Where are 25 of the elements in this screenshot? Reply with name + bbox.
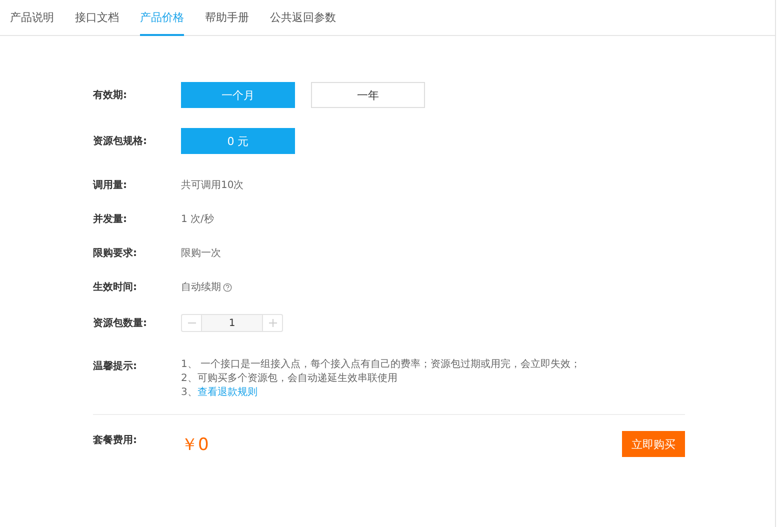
field-value: 1 次/秒 [181,212,214,226]
tip-text: 3、 [181,387,198,398]
quantity-field[interactable]: 1 [201,315,263,331]
option-button[interactable]: 一年 [311,82,425,108]
tab[interactable]: 产品说明 [10,0,54,36]
tab[interactable]: 公共返回参数 [270,0,336,36]
quantity-stepper[interactable]: 1 [181,314,283,332]
field-label: 温馨提示: [93,360,138,373]
field-label: 并发量: [93,212,128,226]
field-label: 生效时间: [93,280,138,294]
field-value: 限购一次 [181,247,221,260]
field-label: 资源包规格: [93,134,148,148]
field-label: 有效期: [93,88,128,102]
field-value: 共可调用10次 [181,178,244,192]
help-icon[interactable] [223,282,232,292]
field-label: 套餐费用: [93,434,138,446]
field-label: 资源包数量: [93,316,148,330]
tab[interactable]: 接口文档 [75,0,119,36]
field-label: 调用量: [93,178,128,192]
price-text: ￥0 [181,434,209,456]
field-value: 自动续期 [181,280,221,294]
tab[interactable]: 帮助手册 [205,0,249,36]
tip-text: 2、可购买多个资源包，会自动递延生效串联使用 [181,372,398,386]
tip-text: 1、 一个接口是一组接入点，每个接入点有自己的费率；资源包过期或用完，会立即失效； [181,358,581,372]
field-label: 限购要求: [93,246,138,260]
